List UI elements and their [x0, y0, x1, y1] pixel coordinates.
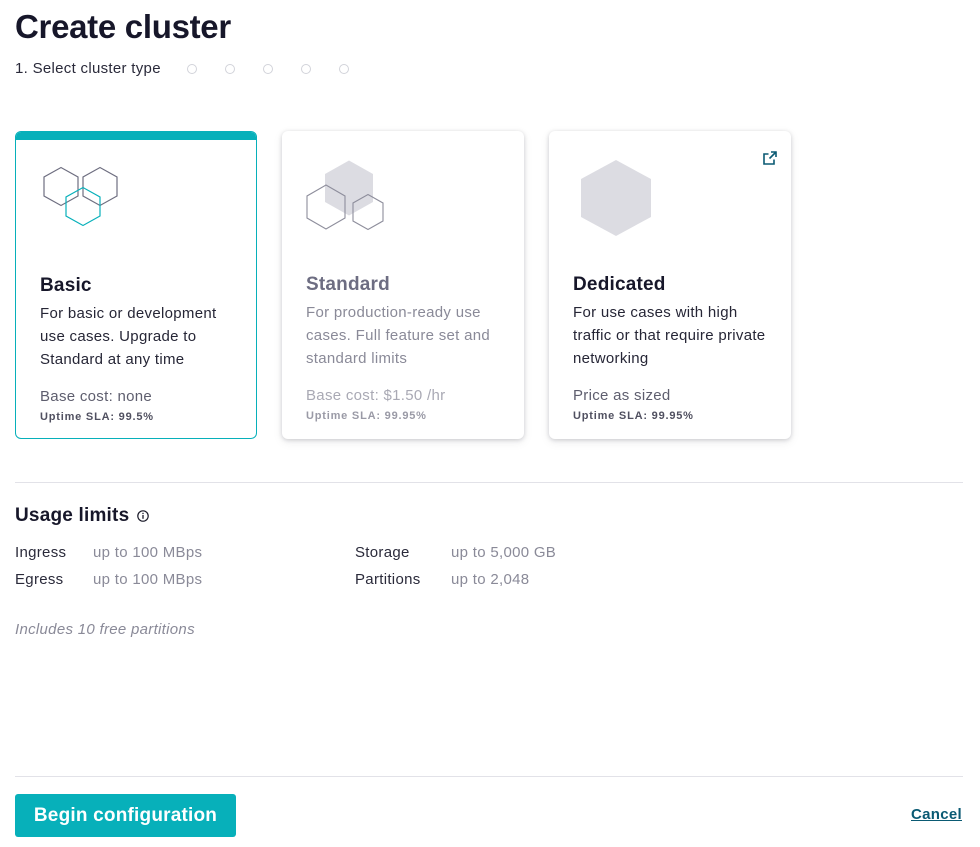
page-title: Create cluster	[15, 8, 231, 45]
cluster-type-card-standard[interactable]: Standard For production-ready use cases.…	[282, 131, 524, 439]
info-icon[interactable]	[137, 510, 150, 522]
selected-indicator-bar	[16, 132, 256, 140]
create-cluster-page: Create cluster 1. Select cluster type Ba…	[0, 0, 980, 847]
usage-limits-title: Usage limits	[15, 505, 130, 526]
card-title: Basic	[40, 275, 92, 296]
card-cost: Price as sized	[573, 387, 671, 404]
step-indicator-6	[338, 63, 349, 74]
card-cost: Base cost: none	[40, 388, 153, 405]
cancel-link[interactable]: Cancel	[911, 806, 962, 823]
begin-configuration-button[interactable]: Begin configuration	[15, 794, 236, 837]
card-title: Standard	[306, 274, 390, 295]
card-sla: Uptime SLA: 99.95%	[306, 410, 427, 422]
card-description: For production-ready use cases. Full fea…	[306, 304, 491, 367]
card-sla: Uptime SLA: 99.5%	[40, 411, 154, 423]
usage-limits-heading: Usage limits	[15, 505, 150, 527]
standard-hexagons-icon	[306, 160, 384, 231]
dedicated-hexagon-icon	[581, 160, 651, 236]
section-divider	[15, 482, 963, 483]
current-step-label: 1. Select cluster type	[15, 60, 161, 77]
usage-label-partitions: Partitions	[355, 571, 421, 588]
footer-divider	[15, 776, 963, 777]
usage-value-ingress: up to 100 MBps	[93, 544, 203, 561]
step-indicator-4	[262, 63, 273, 74]
usage-value-partitions: up to 2,048	[451, 571, 530, 588]
step-indicator-2	[186, 63, 197, 74]
card-sla: Uptime SLA: 99.95%	[573, 410, 694, 422]
card-description: For use cases with high traffic or that …	[573, 304, 766, 367]
usage-note: Includes 10 free partitions	[15, 621, 195, 638]
usage-label-ingress: Ingress	[15, 544, 67, 561]
stepper: 1. Select cluster type	[15, 60, 349, 77]
usage-value-storage: up to 5,000 GB	[451, 544, 557, 561]
usage-label-egress: Egress	[15, 571, 64, 588]
step-indicator-3	[224, 63, 235, 74]
step-indicator-5	[300, 63, 311, 74]
usage-value-egress: up to 100 MBps	[93, 571, 203, 588]
cluster-type-card-basic[interactable]: Basic For basic or development use cases…	[15, 131, 257, 439]
card-cost: Base cost: $1.50 /hr	[306, 387, 446, 404]
external-link-icon[interactable]	[763, 151, 777, 165]
cluster-type-card-dedicated[interactable]: Dedicated For use cases with high traffi…	[549, 131, 791, 439]
card-title: Dedicated	[573, 274, 666, 295]
usage-label-storage: Storage	[355, 544, 410, 561]
card-description: For basic or development use cases. Upgr…	[40, 305, 217, 368]
basic-hexagons-icon	[43, 166, 118, 227]
